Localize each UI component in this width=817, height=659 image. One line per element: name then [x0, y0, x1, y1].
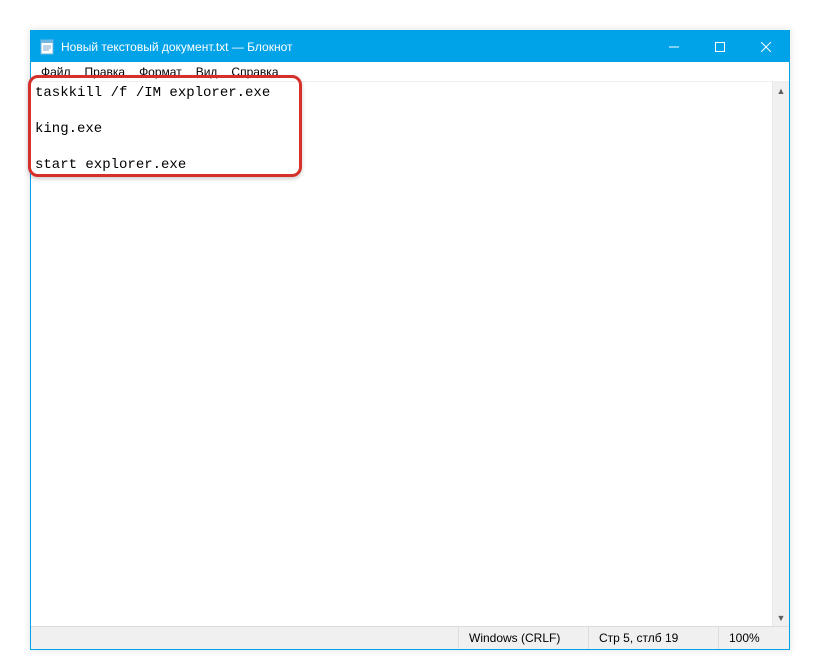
window-title: Новый текстовый документ.txt — Блокнот — [61, 40, 651, 54]
maximize-button[interactable] — [697, 31, 743, 62]
scroll-up-icon[interactable]: ▲ — [773, 82, 789, 99]
status-position: Стр 5, стлб 19 — [589, 627, 719, 649]
close-button[interactable] — [743, 31, 789, 62]
status-spacer — [31, 627, 459, 649]
editor-container: taskkill /f /IM explorer.exe king.exe st… — [31, 82, 789, 626]
status-encoding: Windows (CRLF) — [459, 627, 589, 649]
scroll-down-icon[interactable]: ▼ — [773, 609, 789, 626]
minimize-button[interactable] — [651, 31, 697, 62]
titlebar[interactable]: Новый текстовый документ.txt — Блокнот — [31, 31, 789, 62]
menubar: Файл Правка Формат Вид Справка — [31, 62, 789, 82]
statusbar: Windows (CRLF) Стр 5, стлб 19 100% — [31, 626, 789, 649]
menu-format[interactable]: Формат — [133, 64, 188, 80]
notepad-window: Новый текстовый документ.txt — Блокнот Ф… — [30, 30, 790, 650]
vertical-scrollbar[interactable]: ▲ ▼ — [772, 82, 789, 626]
menu-edit[interactable]: Правка — [79, 64, 132, 80]
status-zoom: 100% — [719, 627, 789, 649]
menu-help[interactable]: Справка — [225, 64, 284, 80]
menu-file[interactable]: Файл — [35, 64, 77, 80]
menu-view[interactable]: Вид — [190, 64, 224, 80]
window-controls — [651, 31, 789, 62]
notepad-icon — [39, 39, 55, 55]
text-editor[interactable]: taskkill /f /IM explorer.exe king.exe st… — [31, 82, 772, 626]
